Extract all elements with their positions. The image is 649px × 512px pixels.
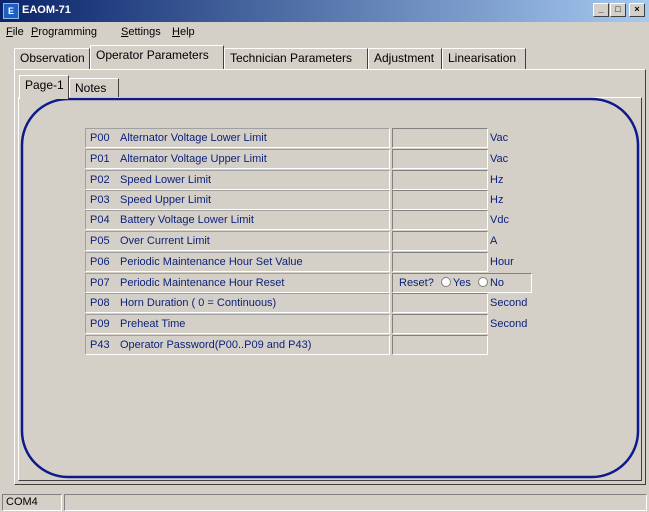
param-label-p06: P06 Periodic Maintenance Hour Set Value xyxy=(85,252,390,272)
reset-no-label[interactable]: No xyxy=(490,277,504,289)
param-input-p06[interactable] xyxy=(392,252,488,272)
reset-label: Reset? xyxy=(399,277,434,289)
param-label-p09: P09 Preheat Time xyxy=(85,314,390,334)
param-label-p04: P04 Battery Voltage Lower Limit xyxy=(85,210,390,230)
param-unit-p06: Hour xyxy=(490,256,514,268)
param-unit-p05: A xyxy=(490,235,498,247)
param-label-p03: P03 Speed Upper Limit xyxy=(85,190,390,210)
reset-radio-group: Reset? Yes No xyxy=(392,273,532,293)
param-label-p02: P02 Speed Lower Limit xyxy=(85,170,390,190)
param-unit-p08: Second xyxy=(490,297,528,309)
param-input-p03[interactable] xyxy=(392,190,488,210)
param-unit-p03: Hz xyxy=(490,194,504,206)
param-input-p43[interactable] xyxy=(392,335,488,355)
subtab-page-1[interactable]: Page-1 xyxy=(19,75,69,99)
param-unit-p04: Vdc xyxy=(490,214,509,226)
param-unit-p00: Vac xyxy=(490,132,509,144)
param-input-p00[interactable] xyxy=(392,128,488,148)
status-message xyxy=(64,494,647,511)
param-input-p04[interactable] xyxy=(392,210,488,230)
param-input-p01[interactable] xyxy=(392,149,488,169)
param-unit-p02: Hz xyxy=(490,174,504,186)
param-label-p00: P00 Alternator Voltage Lower Limit xyxy=(85,128,390,148)
param-input-p02[interactable] xyxy=(392,170,488,190)
param-input-p08[interactable] xyxy=(392,293,488,313)
reset-yes-radio[interactable] xyxy=(440,277,451,287)
param-input-p09[interactable] xyxy=(392,314,488,334)
param-label-p01: P01 Alternator Voltage Upper Limit xyxy=(85,149,390,169)
param-label-p43: P43 Operator Password(P00..P09 and P43) xyxy=(85,335,390,355)
param-input-p05[interactable] xyxy=(392,231,488,251)
param-unit-p01: Vac xyxy=(490,153,509,165)
param-label-p08: P08 Horn Duration ( 0 = Continuous) xyxy=(85,293,390,313)
param-unit-p09: Second xyxy=(490,318,528,330)
param-label-p05: P05 Over Current Limit xyxy=(85,231,390,251)
reset-yes-label[interactable]: Yes xyxy=(453,277,471,289)
param-label-p07: P07 Periodic Maintenance Hour Reset xyxy=(85,273,390,293)
reset-no-radio[interactable] xyxy=(477,277,488,287)
status-bar: COM4 xyxy=(0,492,649,512)
status-port: COM4 xyxy=(2,494,62,511)
tab-operator-parameters[interactable]: Operator Parameters xyxy=(90,45,224,69)
